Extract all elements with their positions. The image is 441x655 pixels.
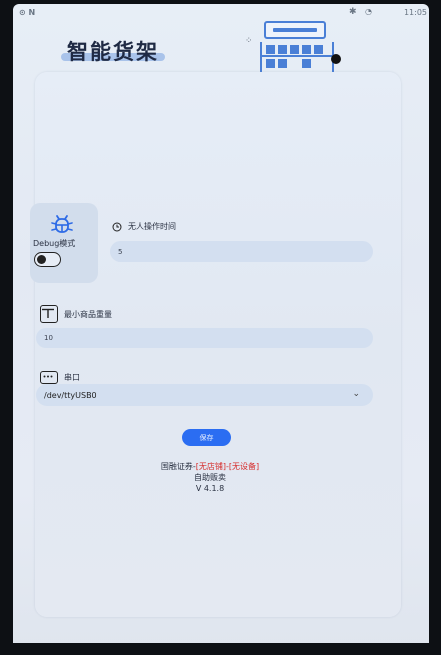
- bug-icon: [51, 215, 73, 233]
- min-weight-label: 最小商品重量: [64, 309, 112, 319]
- app-header: 智能货架: [61, 36, 165, 66]
- chevron-down-icon: ⌄: [352, 389, 360, 399]
- serial-port-icon: [40, 371, 58, 384]
- min-weight-input[interactable]: 10: [36, 328, 373, 348]
- save-button[interactable]: 保存: [182, 429, 231, 446]
- toggle-knob: [37, 254, 46, 264]
- device-screen: ⊙ N ✱ ◔ 11:05 智能货架 ⁘: [13, 4, 429, 650]
- serial-port-select[interactable]: /dev/ttyUSB0 ⌄: [36, 384, 373, 406]
- company-name: 国融证券-: [160, 462, 196, 471]
- shelf-illustration-icon: [260, 21, 334, 80]
- idle-time-label-row: 无人操作时间: [112, 221, 176, 232]
- min-weight-label-row: 最小商品重量: [40, 305, 112, 323]
- page-title: 智能货架: [67, 40, 159, 64]
- sparkle-icon: ⁘: [245, 36, 253, 46]
- shelf-indicator-dot: [331, 54, 341, 64]
- bluetooth-icon: ✱: [349, 7, 357, 17]
- idle-time-value: 5: [118, 247, 123, 256]
- min-weight-value: 10: [44, 334, 53, 342]
- idle-time-input[interactable]: 5: [110, 241, 373, 262]
- no-store-badge: [无店铺]: [195, 462, 226, 471]
- serial-port-value: /dev/ttyUSB0: [44, 390, 97, 400]
- status-bar: ⊙ N ✱ ◔ 11:05: [13, 4, 429, 22]
- device-bezel: [13, 643, 429, 655]
- wifi-icon: ◔: [365, 7, 372, 16]
- status-indicators: ⊙ N: [19, 8, 36, 17]
- serial-port-label-row: 串口: [40, 371, 80, 384]
- status-clock: 11:05: [403, 8, 427, 17]
- app-version: V 4.1.8: [195, 484, 225, 493]
- store-device-line: 国融证券-[无店铺]-[无设备]: [110, 461, 310, 472]
- footer-info: 国融证券-[无店铺]-[无设备] 自助贩卖 V 4.1.8: [110, 461, 310, 494]
- debug-mode-label: Debug模式: [33, 239, 76, 248]
- no-device-badge: [无设备]: [228, 462, 260, 471]
- idle-time-label: 无人操作时间: [128, 222, 176, 231]
- footer-subtitle: 自助贩卖: [194, 473, 226, 482]
- debug-mode-panel: Debug模式: [30, 203, 98, 283]
- clock-icon: [112, 222, 122, 231]
- serial-port-label: 串口: [64, 373, 80, 382]
- debug-mode-toggle[interactable]: [34, 252, 61, 267]
- weight-icon: [40, 305, 58, 323]
